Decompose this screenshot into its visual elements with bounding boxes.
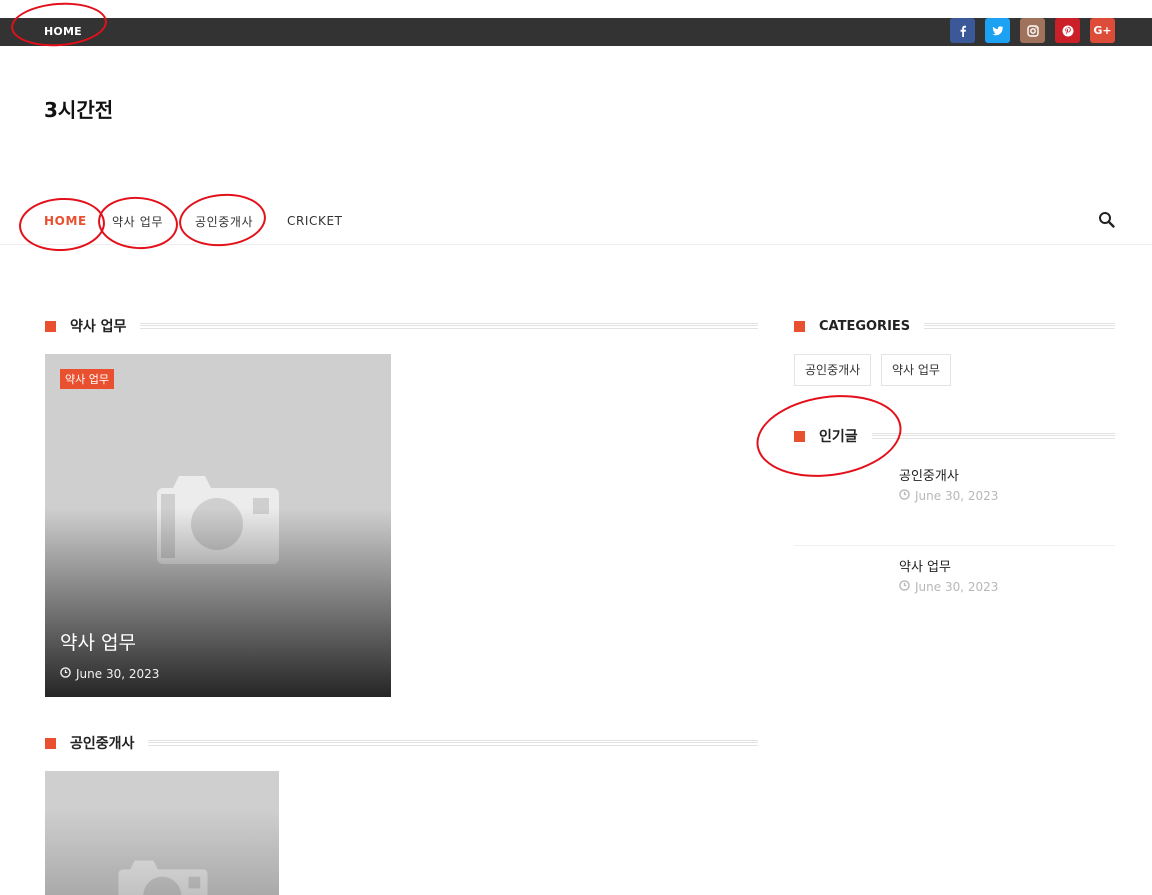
post-card[interactable] [45,771,279,895]
popular-post-title[interactable]: 약사 업무 [899,556,951,575]
section-heading-pharmacist: 약사 업무 [45,316,758,336]
card-gradient-overlay [45,808,279,895]
instagram-icon[interactable] [1020,18,1045,43]
popular-post-title[interactable]: 공인중개사 [899,465,959,484]
google-plus-glyph: G+ [1093,24,1112,37]
heading-rule [871,433,1116,439]
sidebar-heading-text: CATEGORIES [819,318,911,334]
nav-item-cricket[interactable]: CRICKET [287,214,343,228]
post-date-text: June 30, 2023 [76,667,160,681]
facebook-icon[interactable] [950,18,975,43]
heading-square [45,320,56,332]
clock-icon [60,667,71,681]
heading-rule [148,740,758,746]
category-button-realtor[interactable]: 공인중개사 [794,354,872,386]
search-icon[interactable] [1098,211,1116,229]
clock-icon [899,580,910,594]
heading-square [794,320,805,332]
google-plus-icon[interactable]: G+ [1090,18,1115,43]
heading-square [45,737,56,749]
post-title[interactable]: 약사 업무 [60,628,136,655]
pinterest-icon[interactable] [1055,18,1080,43]
top-bar: HOME G+ [0,18,1152,46]
twitter-icon[interactable] [985,18,1010,43]
post-card[interactable]: 약사 업무 약사 업무 June 30, 2023 [45,354,391,697]
section-heading-text[interactable]: 약사 업무 [70,316,126,336]
divider [794,545,1115,546]
popular-post-date-text: June 30, 2023 [915,580,999,594]
popular-post-date: June 30, 2023 [899,489,998,503]
popular-post-date-text: June 30, 2023 [915,489,999,503]
category-tag[interactable]: 약사 업무 [60,369,114,389]
clock-icon [899,489,910,503]
annotation-circle [751,386,907,486]
post-date: June 30, 2023 [60,667,159,681]
site-title[interactable]: 3시간전 [44,94,113,123]
heading-rule [140,323,758,329]
popular-post-date: June 30, 2023 [899,580,998,594]
category-button-pharmacist[interactable]: 약사 업무 [881,354,951,386]
section-heading-realtor: 공인중개사 [45,733,758,753]
section-heading-text[interactable]: 공인중개사 [70,733,134,753]
heading-rule [924,323,1115,329]
sidebar-heading-categories: CATEGORIES [794,318,1115,334]
